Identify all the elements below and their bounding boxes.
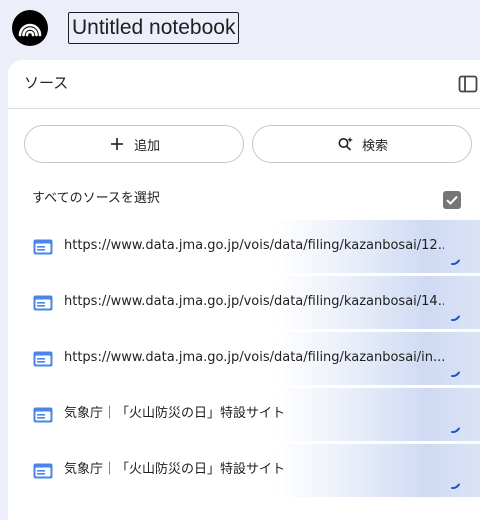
source-item[interactable]: https://www.data.jma.go.jp/vois/data/fil… — [24, 220, 480, 273]
search-sources-button[interactable]: 検索 — [252, 125, 472, 163]
web-source-icon — [33, 351, 53, 367]
loading-spinner-icon — [451, 251, 461, 266]
source-list: https://www.data.jma.go.jp/vois/data/fil… — [24, 220, 480, 500]
loading-spinner-icon — [451, 363, 461, 378]
loading-spinner-icon — [451, 307, 461, 322]
loading-spinner-icon — [451, 475, 461, 490]
source-item-label: https://www.data.jma.go.jp/vois/data/fil… — [64, 238, 444, 253]
web-source-icon — [33, 295, 53, 311]
web-source-icon — [33, 407, 53, 423]
select-all-row[interactable]: すべてのソースを選択 — [8, 184, 480, 214]
source-item[interactable]: 気象庁｜「火山防災の日」特設サイト — [24, 444, 480, 497]
source-item[interactable]: 気象庁｜「火山防災の日」特設サイト — [24, 388, 480, 441]
checkmark-icon — [446, 195, 458, 205]
source-item-label: https://www.data.jma.go.jp/vois/data/fil… — [64, 294, 444, 309]
select-all-checkbox[interactable] — [443, 191, 461, 209]
sources-panel: ソース 追加 検索 すべてのソースを選択 https://www.data.jm… — [8, 60, 480, 520]
notebooklm-logo-icon[interactable] — [12, 10, 48, 46]
panel-title: ソース — [24, 74, 69, 92]
search-sources-label: 検索 — [361, 138, 388, 154]
source-item-label: https://www.data.jma.go.jp/vois/data/fil… — [64, 350, 444, 365]
loading-spinner-icon — [451, 419, 461, 434]
add-source-label: 追加 — [133, 138, 160, 154]
source-item-label: 気象庁｜「火山防災の日」特設サイト — [64, 406, 286, 421]
search-sparkle-icon — [336, 135, 354, 153]
collapse-panel-icon[interactable] — [457, 73, 479, 95]
web-source-icon — [33, 463, 53, 479]
add-source-button[interactable]: 追加 — [24, 125, 244, 163]
top-bar: Untitled notebook — [0, 0, 480, 58]
select-all-label: すべてのソースを選択 — [32, 191, 160, 206]
source-item[interactable]: https://www.data.jma.go.jp/vois/data/fil… — [24, 276, 480, 329]
source-item[interactable]: https://www.data.jma.go.jp/vois/data/fil… — [24, 332, 480, 385]
source-item-label: 気象庁｜「火山防災の日」特設サイト — [64, 462, 286, 477]
plus-icon — [108, 135, 126, 153]
web-source-icon — [33, 239, 53, 255]
notebook-title-input[interactable]: Untitled notebook — [68, 12, 240, 44]
sources-panel-header: ソース — [8, 60, 480, 109]
